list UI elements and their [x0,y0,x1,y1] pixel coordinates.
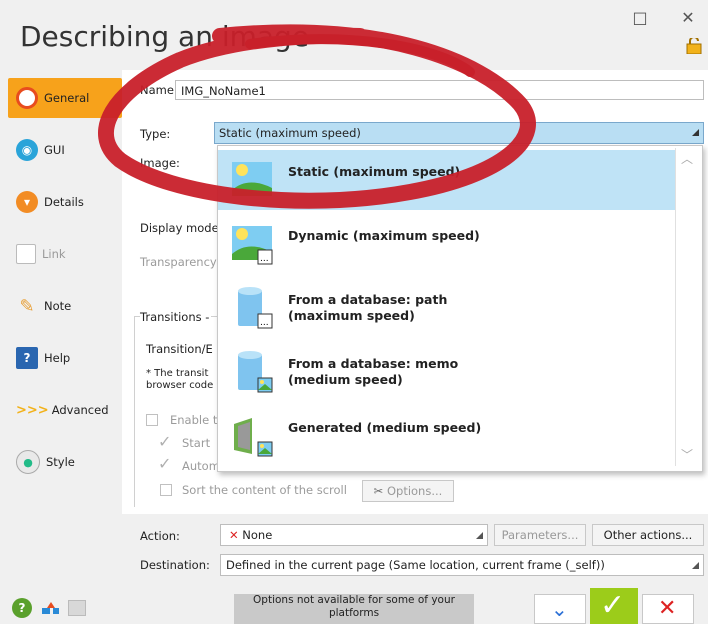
sidebar-item-label: Link [42,247,66,261]
sidebar-item-label: Advanced [51,403,109,417]
sidebar-item-label: GUI [44,143,65,157]
check-icon: ✓ [600,588,626,623]
palette-icon: ● [16,450,40,474]
database-path-icon: ... [230,286,274,330]
sidebar-item-details[interactable]: ▾ Details [8,182,118,222]
chevrons-icon: >>> [16,402,49,418]
sidebar-item-label: Style [46,455,75,469]
static-image-icon [230,158,274,202]
option-label: Generated (medium speed) [288,420,482,435]
name-input[interactable]: IMG_NoName1 [175,80,704,100]
options-button-label: Options... [386,484,443,498]
type-dropdown-list: Static (maximum speed) ... Dynamic (maxi… [217,145,703,472]
enable-checkbox[interactable] [146,414,158,426]
option-label: Static (maximum speed) [288,164,461,179]
scroll-up-icon[interactable]: ︿ [681,150,693,167]
down-button[interactable]: ⌄ [534,594,586,624]
type-option-static[interactable]: Static (maximum speed) [218,150,676,210]
dynamic-image-icon: ... [230,222,274,266]
scroll-down-icon[interactable]: ﹀ [681,446,693,463]
start-label: Start [182,436,211,450]
help-icon[interactable]: ? [12,598,32,618]
sidebar-item-link[interactable]: Link [8,234,118,274]
eye-icon: ◉ [16,139,38,161]
platform-notice: Options not available for some of your p… [234,594,474,624]
parameters-button[interactable]: Parameters... [494,524,586,546]
svg-text:...: ... [260,318,269,328]
transition-note-line1: * The transit [146,368,209,379]
details-icon: ▾ [16,191,38,213]
destination-label: Destination: [140,558,210,572]
close-icon: ✕ [658,596,677,621]
type-label: Type: [140,127,171,141]
sidebar-item-label: General [44,91,90,105]
sort-label: Sort the content of the scroll [182,483,347,497]
type-select-value: Static (maximum speed) [219,126,361,140]
link-icon [16,244,36,264]
destination-value: Defined in the current page (Same locati… [226,558,605,572]
autom-checkbox[interactable]: ✓ [158,454,171,473]
lock-icon[interactable] [686,36,702,55]
transition-effect-label: Transition/E [146,342,213,356]
pencil-icon: ✎ [19,295,35,317]
close-button[interactable]: ✕ [674,8,702,28]
option-label: From a database: memo (medium speed) [288,356,459,387]
shapes-icon[interactable] [42,600,60,616]
none-x-icon: ✕ [229,528,239,542]
layout-icon[interactable] [68,600,86,616]
sidebar-item-style[interactable]: ● Style [8,442,118,482]
image-label: Image: [140,156,180,170]
sidebar-item-label: Details [44,195,84,209]
sidebar-item-label: Note [44,299,72,313]
options-button[interactable]: ✂ Options... [362,480,454,502]
autom-label: Autom [182,459,220,473]
sidebar-item-general[interactable]: General [8,78,122,118]
option-label: Dynamic (maximum speed) [288,228,480,243]
sidebar-item-help[interactable]: ? Help [8,338,118,378]
cancel-button[interactable]: ✕ [642,594,694,624]
type-option-generated[interactable]: Generated (medium speed) [218,406,676,466]
type-option-dynamic[interactable]: ... Dynamic (maximum speed) [218,214,676,274]
action-label: Action: [140,529,180,543]
display-mode-label: Display mode: [140,221,223,235]
type-select[interactable]: Static (maximum speed) [214,122,704,144]
sort-checkbox[interactable] [160,484,172,496]
sidebar-item-advanced[interactable]: >>> Advanced [8,390,118,430]
type-option-database-path[interactable]: ... From a database: path (maximum speed… [218,278,676,338]
destination-select[interactable]: Defined in the current page (Same locati… [220,554,704,576]
dropdown-arrow-icon [692,129,699,136]
sidebar-item-gui[interactable]: ◉ GUI [8,130,118,170]
transition-note-line2: browser code [146,380,214,391]
help-icon: ? [16,347,38,369]
maximize-button[interactable]: □ [626,8,654,28]
generated-image-icon [230,414,274,458]
name-label: Name: [140,83,178,97]
sidebar-item-label: Help [44,351,71,365]
transparency-label: Transparency [140,255,217,269]
start-checkbox[interactable]: ✓ [158,432,171,451]
dropdown-arrow-icon [692,562,699,569]
dropdown-scrollbar[interactable]: ︿ ﹀ [675,148,698,466]
chevron-down-icon: ⌄ [551,597,568,621]
option-label: From a database: path (maximum speed) [288,292,448,323]
other-actions-button[interactable]: Other actions... [592,524,704,546]
action-select[interactable]: ✕ None [220,524,488,546]
dialog-title: Describing an image [20,20,310,53]
sidebar: General ◉ GUI ▾ Details Link ✎ Note ? He… [8,70,122,580]
enable-label: Enable t [170,413,218,427]
circle-icon [16,87,38,109]
dropdown-arrow-icon [476,532,483,539]
svg-text:...: ... [260,254,269,264]
transitions-label: Transitions - [140,310,212,324]
wrench-icon: ✂ [373,484,384,498]
action-value: None [242,528,273,542]
database-memo-icon [230,350,274,394]
sidebar-item-note[interactable]: ✎ Note [8,286,118,326]
type-option-database-memo[interactable]: From a database: memo (medium speed) [218,342,676,402]
ok-button[interactable]: ✓ [590,588,638,624]
